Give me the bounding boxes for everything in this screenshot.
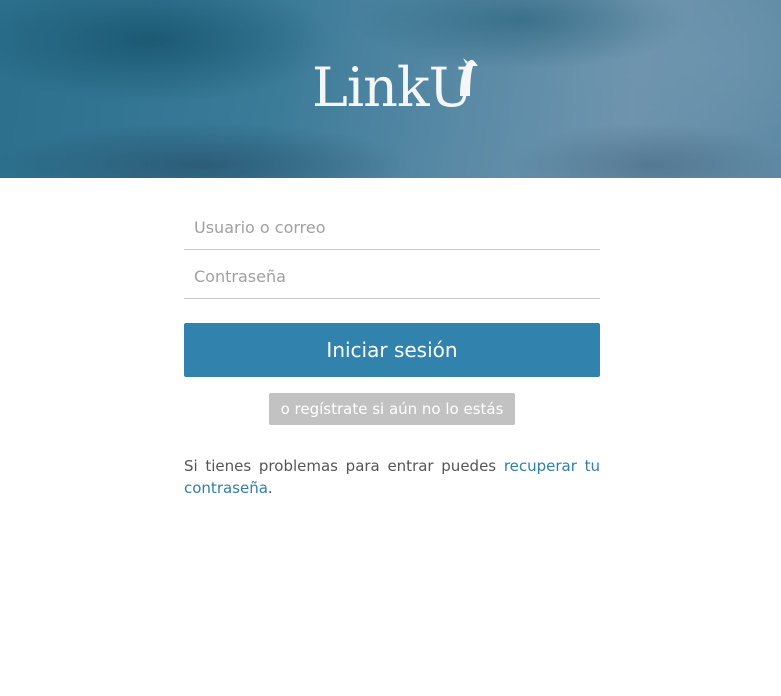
header-banner: LinkU (0, 0, 781, 178)
register-button[interactable]: o regístrate si aún no lo estás (268, 393, 516, 425)
help-text: Si tienes problemas para entrar puedes r… (184, 455, 600, 499)
bird-icon (460, 58, 478, 96)
help-text-suffix: . (267, 479, 273, 497)
password-input[interactable] (184, 254, 600, 298)
help-text-body: Si tienes problemas para entrar puedes (184, 457, 504, 475)
logo-wordmark: LinkU (312, 56, 474, 119)
login-button[interactable]: Iniciar sesión (184, 323, 600, 377)
register-container: o regístrate si aún no lo estás (184, 393, 600, 425)
linku-logo[interactable]: LinkU (312, 56, 478, 120)
username-field-wrapper (184, 205, 600, 250)
username-input[interactable] (184, 205, 600, 249)
login-form: Iniciar sesión o regístrate si aún no lo… (184, 205, 600, 514)
password-field-wrapper (184, 254, 600, 299)
